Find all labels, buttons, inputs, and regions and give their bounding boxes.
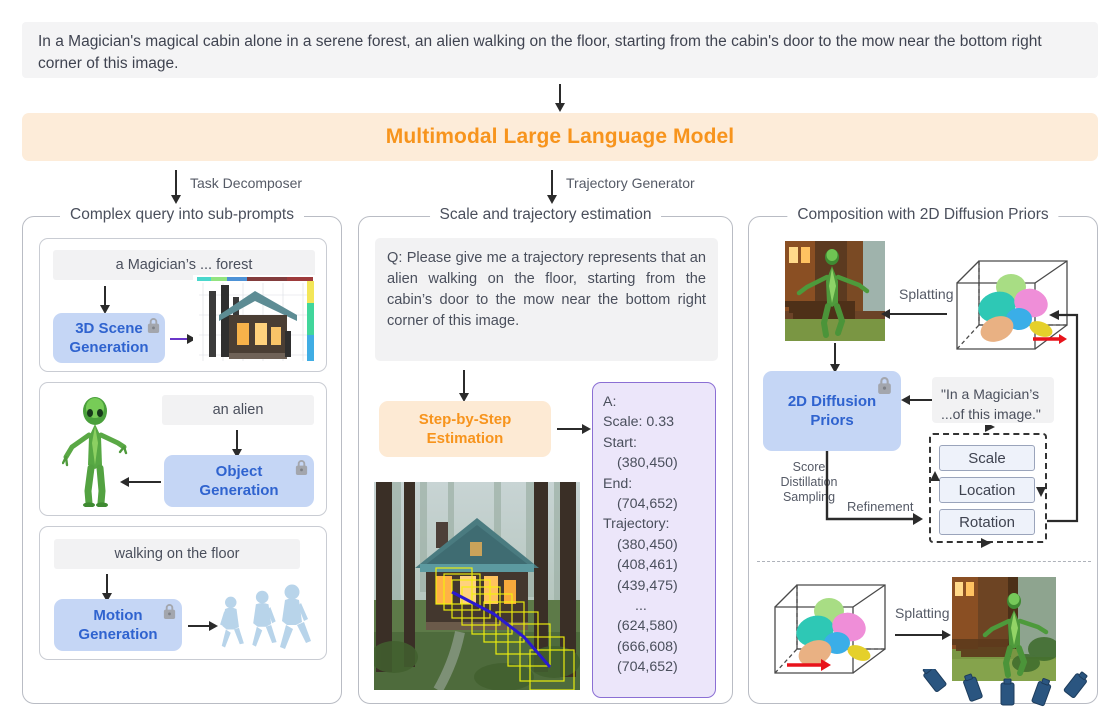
card-object: an alien Object Generation: [39, 382, 327, 516]
camera-icon: [1031, 677, 1052, 706]
mllm-title: Multimodal Large Language Model: [386, 125, 734, 149]
answer-box: A: Scale: 0.33 Start: (380,450) End: (70…: [592, 382, 716, 698]
image-walking-figures: [216, 583, 320, 657]
arrow-refinement-path: [821, 451, 931, 531]
camera-icon: [1063, 670, 1089, 698]
arrow-estimator-to-answer: [557, 428, 583, 430]
arrow-scene-prompt-to-module: [104, 286, 106, 306]
answer-trajectory-ellipsis: ...: [603, 596, 705, 616]
user-query-text: In a Magician's magical cabin alone in a…: [38, 33, 1042, 72]
camera-array: [917, 669, 1095, 707]
answer-trajectory-point: (408,461): [603, 555, 705, 575]
module-step-by-step-estimation[interactable]: Step-by-Step Estimation: [379, 401, 551, 457]
arrow-splatting-bottom: [895, 634, 943, 636]
user-query-box: In a Magician's magical cabin alone in a…: [22, 22, 1098, 78]
question-text: Q: Please give me a trajectory represent…: [387, 250, 706, 329]
estimator-line1: Step-by-Step: [419, 410, 512, 429]
diagram-gaussian-cube-bottom: [767, 577, 895, 681]
quote-prompt-box: "In a Magician’s ...of this image.": [932, 377, 1054, 423]
arrow-object-to-alien: [128, 481, 161, 483]
module-object-line1: Object: [216, 462, 263, 481]
quote-line2: ...of this image.": [941, 404, 1045, 424]
section-divider: [757, 561, 1091, 562]
label-splatting-bottom: Splatting: [895, 605, 949, 621]
module-motion-line1: Motion: [93, 606, 142, 625]
camera-icon: [921, 669, 947, 692]
arrow-quote-to-diffusion: [909, 399, 933, 401]
answer-trajectory-label: Trajectory:: [603, 514, 705, 534]
estimator-line2: Estimation: [427, 429, 504, 448]
refinement-params-container: Scale Location Rotation: [929, 433, 1047, 543]
prompt-object: an alien: [162, 395, 314, 425]
arrow-task-decomposer: [175, 170, 177, 196]
answer-end-label: End:: [603, 474, 705, 494]
answer-end-value: (704,652): [603, 494, 705, 514]
arrow-trajectory-generator: [551, 170, 553, 196]
arrow-object-prompt-to-module: [236, 430, 238, 450]
image-alien-object: [62, 395, 128, 507]
answer-start-value: (380,450): [603, 453, 705, 473]
answer-trajectory-point: (380,450): [603, 535, 705, 555]
diffusion-line2: Priors: [810, 411, 853, 430]
arrow-feedback-loop: [1045, 305, 1097, 527]
module-3d-scene-line1: 3D Scene: [75, 319, 143, 338]
module-object-generation[interactable]: Object Generation: [164, 455, 314, 507]
panel-legend-middle: Scale and trajectory estimation: [430, 206, 662, 224]
answer-scale: Scale: 0.33: [603, 412, 705, 432]
diffusion-line1: 2D Diffusion: [788, 392, 876, 411]
image-rendered-alien-cabin: [952, 577, 1056, 681]
image-3d-scene-render: [193, 275, 317, 365]
quote-line1: "In a Magician’s: [941, 384, 1045, 404]
cycle-arrows: [929, 425, 1049, 551]
module-2d-diffusion-priors[interactable]: 2D Diffusion Priors: [763, 371, 901, 451]
arrow-splatting-top: [889, 313, 947, 315]
lock-icon: [294, 459, 309, 476]
panel-legend-left: Complex query into sub-prompts: [60, 206, 304, 224]
card-3d-scene: a Magician’s ... forest 3D Scene Generat…: [39, 238, 327, 372]
arrow-scene-to-image: [170, 338, 188, 340]
panel-scale-trajectory: Scale and trajectory estimation Q: Pleas…: [358, 216, 733, 704]
module-object-line2: Generation: [199, 481, 278, 500]
panel-complex-query: Complex query into sub-prompts a Magicia…: [22, 216, 342, 704]
module-3d-scene-line2: Generation: [69, 338, 148, 357]
image-composed-alien-cabin: [785, 241, 885, 341]
module-motion-line2: Generation: [78, 625, 157, 644]
answer-trajectory-point: (624,580): [603, 616, 705, 636]
label-trajectory-generator: Trajectory Generator: [566, 175, 695, 191]
module-motion-generation[interactable]: Motion Generation: [54, 599, 182, 651]
lock-icon: [876, 376, 893, 395]
question-box: Q: Please give me a trajectory represent…: [375, 238, 718, 361]
answer-trajectory-point: (666,608): [603, 637, 705, 657]
answer-header: A:: [603, 392, 705, 412]
camera-icon: [962, 673, 983, 702]
panel-composition-diffusion: Composition with 2D Diffusion Priors Spl…: [748, 216, 1098, 704]
arrow-query-to-mllm: [559, 84, 561, 104]
arrow-motion-prompt-to-module: [106, 574, 108, 594]
arrow-question-to-estimator: [463, 370, 465, 394]
label-task-decomposer: Task Decomposer: [190, 175, 302, 191]
answer-start-label: Start:: [603, 433, 705, 453]
card-motion: walking on the floor Motion Generation: [39, 526, 327, 660]
arrow-image-to-diffusion: [834, 343, 836, 365]
module-3d-scene-generation[interactable]: 3D Scene Generation: [53, 313, 165, 363]
panel-legend-right: Composition with 2D Diffusion Priors: [787, 206, 1058, 224]
lock-icon: [146, 317, 161, 334]
label-refinement: Refinement: [847, 499, 913, 514]
image-forest-cabin-trajectory: [374, 482, 580, 690]
lock-icon: [162, 603, 177, 620]
camera-icon: [1001, 679, 1014, 705]
answer-trajectory-point: (439,475): [603, 576, 705, 596]
answer-trajectory-point: (704,652): [603, 657, 705, 677]
mllm-banner: Multimodal Large Language Model: [22, 113, 1098, 161]
arrow-motion-to-figures: [188, 625, 210, 627]
prompt-motion: walking on the floor: [54, 539, 300, 569]
label-splatting-top: Splatting: [899, 286, 953, 302]
